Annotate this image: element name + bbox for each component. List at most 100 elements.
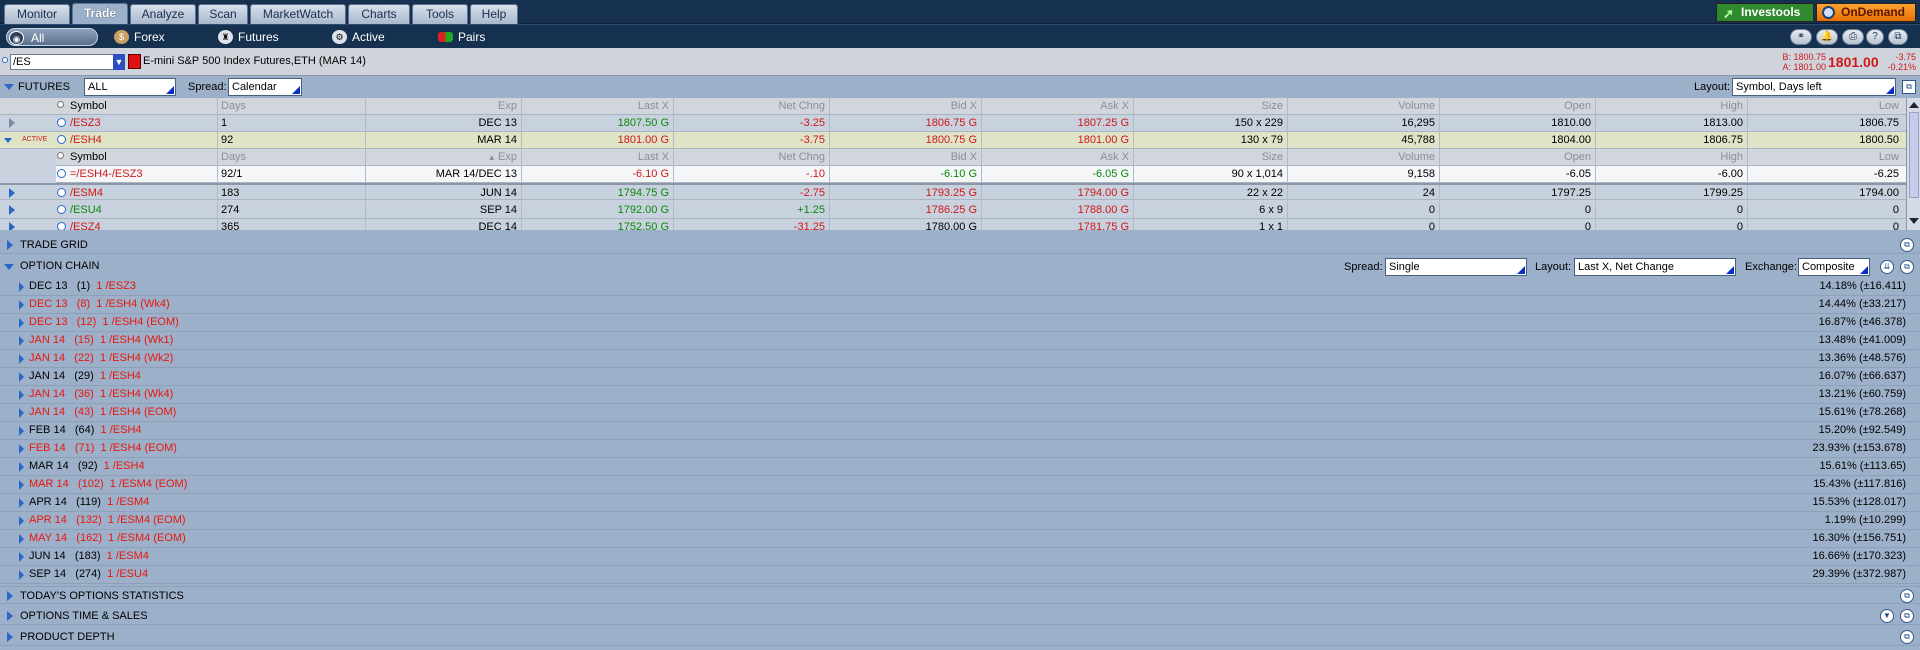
row-collapse-icon[interactable] bbox=[4, 138, 12, 143]
trade-grid-section[interactable]: TRADE GRID ⧉ bbox=[0, 236, 1920, 254]
row-menu-icon[interactable] bbox=[57, 118, 66, 127]
row-expand-icon[interactable] bbox=[9, 205, 15, 215]
oc-exchange-select[interactable]: Composite bbox=[1798, 258, 1870, 276]
subnav-active-trader[interactable]: ⚙ Active Trader bbox=[330, 28, 420, 62]
expiration-row[interactable]: DEC 13 (1) 1 /ESZ3 14.18% (±16.411) bbox=[0, 278, 1920, 296]
col-size[interactable]: Size bbox=[1134, 98, 1288, 114]
futures-filter-select[interactable]: ALL bbox=[84, 78, 176, 96]
cell-bid[interactable]: 1800.75 G bbox=[830, 132, 982, 148]
spread-col-last[interactable]: Last X bbox=[522, 149, 674, 165]
row-menu-icon[interactable] bbox=[57, 222, 66, 230]
subnav-futures-trader[interactable]: ♜ Futures Trader bbox=[216, 28, 312, 62]
col-ask[interactable]: Ask X bbox=[982, 98, 1134, 114]
cell-ask[interactable]: 1794.00 G bbox=[982, 185, 1134, 201]
expand-row-icon[interactable] bbox=[19, 498, 24, 508]
scroll-up-icon[interactable] bbox=[1909, 102, 1919, 108]
product-depth-detach-icon[interactable]: ⧉ bbox=[1900, 630, 1914, 644]
expiration-row[interactable]: JAN 14 (29) 1 /ESH4 16.07% (±66.637) bbox=[0, 368, 1920, 386]
oc-layout-select[interactable]: Last X, Net Change bbox=[1574, 258, 1736, 276]
trade-grid-expand-icon[interactable] bbox=[7, 240, 13, 250]
futures-collapse-icon[interactable] bbox=[4, 84, 14, 90]
options-time-sales-expand-icon[interactable] bbox=[7, 611, 13, 621]
options-time-sales-detach-icon[interactable]: ⧉ bbox=[1900, 609, 1914, 623]
help-icon[interactable]: ? bbox=[1866, 29, 1884, 45]
expand-row-icon[interactable] bbox=[19, 336, 24, 346]
spread-col-high[interactable]: High bbox=[1596, 149, 1748, 165]
spread-row-menu-icon[interactable] bbox=[57, 169, 66, 178]
row-expand-icon[interactable] bbox=[9, 118, 15, 128]
expiration-row[interactable]: JUN 14 (183) 1 /ESM4 16.66% (±170.323) bbox=[0, 548, 1920, 566]
expand-row-icon[interactable] bbox=[19, 552, 24, 562]
options-time-sales-section[interactable]: OPTIONS TIME & SALES ▼ ⧉ bbox=[0, 607, 1920, 625]
option-chain-collapse-icon[interactable] bbox=[4, 264, 14, 270]
spread-select[interactable]: Calendar bbox=[228, 78, 302, 96]
oc-expand-all-icon[interactable]: ⇊ bbox=[1880, 260, 1894, 274]
tab-monitor[interactable]: Monitor bbox=[4, 4, 70, 24]
futures-row[interactable]: /ESZ3 1 DEC 13 1807.50 G -3.25 1806.75 G… bbox=[0, 115, 1906, 132]
expiration-row[interactable]: FEB 14 (71) 1 /ESH4 (EOM) 23.93% (±153.67… bbox=[0, 440, 1920, 458]
spread-col-size[interactable]: Size bbox=[1134, 149, 1288, 165]
product-depth-section[interactable]: PRODUCT DEPTH ⧉ bbox=[0, 628, 1920, 646]
scroll-thumb[interactable] bbox=[1909, 112, 1919, 198]
subnav-pairs-trader[interactable]: Pairs Trader bbox=[436, 28, 522, 62]
expand-row-icon[interactable] bbox=[19, 516, 24, 526]
investools-button[interactable]: ➚ Investools bbox=[1716, 3, 1814, 22]
tab-marketwatch[interactable]: MarketWatch bbox=[250, 4, 346, 24]
row-expand-icon[interactable] bbox=[9, 188, 15, 198]
cell-bid[interactable]: 1793.25 G bbox=[830, 185, 982, 201]
cell-ask[interactable]: 1781.75 G bbox=[982, 219, 1134, 230]
spread-col-open[interactable]: Open bbox=[1440, 149, 1596, 165]
futures-scrollbar[interactable] bbox=[1906, 98, 1920, 230]
expiration-row[interactable]: JAN 14 (43) 1 /ESH4 (EOM) 15.61% (±78.268… bbox=[0, 404, 1920, 422]
oc-detach-icon[interactable]: ⧉ bbox=[1900, 260, 1914, 274]
symbol-link-icon[interactable] bbox=[2, 57, 8, 63]
futures-detach-icon[interactable]: ⧉ bbox=[1902, 80, 1916, 94]
cell-bid[interactable]: 1806.75 G bbox=[830, 115, 982, 131]
col-low[interactable]: Low bbox=[1748, 98, 1903, 114]
spread-col-exp[interactable]: ▲ Exp bbox=[366, 149, 522, 165]
trade-grid-detach-icon[interactable]: ⧉ bbox=[1900, 238, 1914, 252]
oc-spread-select[interactable]: Single bbox=[1385, 258, 1527, 276]
expand-row-icon[interactable] bbox=[19, 300, 24, 310]
col-open[interactable]: Open bbox=[1440, 98, 1596, 114]
spread-col-volume[interactable]: Volume bbox=[1288, 149, 1440, 165]
futures-row[interactable]: /ESM4 183 JUN 14 1794.75 G -2.75 1793.25… bbox=[0, 183, 1906, 201]
expand-row-icon[interactable] bbox=[19, 534, 24, 544]
expiration-row[interactable]: MAY 14 (162) 1 /ESM4 (EOM) 16.30% (±156.7… bbox=[0, 530, 1920, 548]
expiration-row[interactable]: APR 14 (132) 1 /ESM4 (EOM) 1.19% (±10.299… bbox=[0, 512, 1920, 530]
futures-row[interactable]: /ESZ4 365 DEC 14 1752.50 G -31.25 1780.0… bbox=[0, 219, 1906, 230]
print-icon[interactable]: ⎙ bbox=[1842, 29, 1864, 45]
expiration-row[interactable]: JAN 14 (22) 1 /ESH4 (Wk2) 13.36% (±48.576… bbox=[0, 350, 1920, 368]
expiration-row[interactable]: MAR 14 (102) 1 /ESM4 (EOM) 15.43% (±117.8… bbox=[0, 476, 1920, 494]
spread-col-symbol[interactable]: Symbol bbox=[68, 149, 218, 165]
expand-row-icon[interactable] bbox=[19, 444, 24, 454]
spread-row[interactable]: =/ESH4-/ESZ3 92/1 MAR 14/DEC 13 -6.10 G … bbox=[56, 166, 1906, 183]
layout-select[interactable]: Symbol, Days left bbox=[1732, 78, 1896, 96]
cell-bid[interactable]: 1780.00 G bbox=[830, 219, 982, 230]
tab-trade[interactable]: Trade bbox=[72, 3, 128, 25]
filter-icon[interactable]: ▼ bbox=[1880, 609, 1894, 623]
expand-row-icon[interactable] bbox=[19, 390, 24, 400]
row-menu-icon[interactable] bbox=[57, 188, 66, 197]
options-statistics-detach-icon[interactable]: ⧉ bbox=[1900, 589, 1914, 603]
cell-ask[interactable]: 1788.00 G bbox=[982, 202, 1134, 218]
futures-row[interactable]: /ESU4 274 SEP 14 1792.00 G +1.25 1786.25… bbox=[0, 202, 1906, 219]
options-statistics-section[interactable]: TODAY'S OPTIONS STATISTICS ⧉ bbox=[0, 586, 1920, 604]
col-exp[interactable]: Exp bbox=[366, 98, 522, 114]
spread-col-days[interactable]: Days bbox=[218, 149, 366, 165]
spread-col-low[interactable]: Low bbox=[1748, 149, 1903, 165]
row-menu-icon[interactable] bbox=[57, 205, 66, 214]
expand-row-icon[interactable] bbox=[19, 408, 24, 418]
expiration-row[interactable]: DEC 13 (8) 1 /ESH4 (Wk4) 14.44% (±33.217) bbox=[0, 296, 1920, 314]
spread-cell-ask[interactable]: -6.05 G bbox=[982, 166, 1134, 182]
options-statistics-expand-icon[interactable] bbox=[7, 591, 13, 601]
col-net-chng[interactable]: Net Chng bbox=[674, 98, 830, 114]
expand-row-icon[interactable] bbox=[19, 570, 24, 580]
col-bid[interactable]: Bid X bbox=[830, 98, 982, 114]
expiration-row[interactable]: FEB 14 (64) 1 /ESH4 15.20% (±92.549) bbox=[0, 422, 1920, 440]
expiration-row[interactable]: DEC 13 (12) 1 /ESH4 (EOM) 16.87% (±46.378… bbox=[0, 314, 1920, 332]
col-symbol[interactable]: Symbol bbox=[68, 98, 218, 114]
row-expand-icon[interactable] bbox=[9, 222, 15, 230]
tab-scan[interactable]: Scan bbox=[198, 4, 248, 24]
expiration-row[interactable]: JAN 14 (36) 1 /ESH4 (Wk4) 13.21% (±60.759… bbox=[0, 386, 1920, 404]
